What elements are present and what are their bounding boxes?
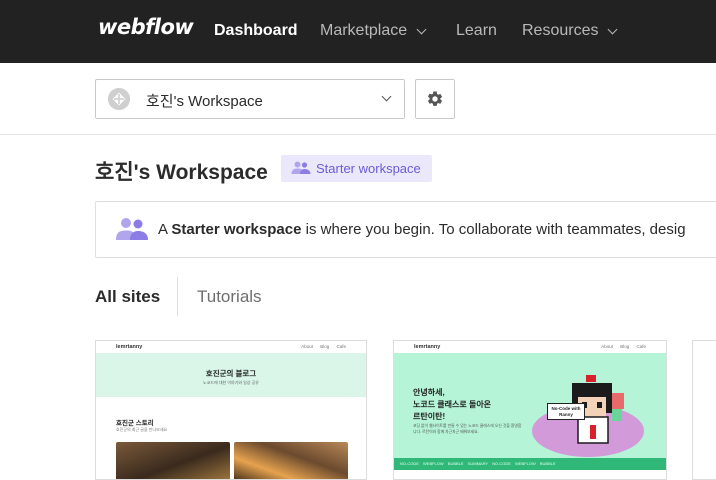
- gear-icon: [427, 91, 443, 106]
- thumbnail-section-title: 호진군 스토리: [116, 420, 154, 427]
- thumbnail-logo: lemrtanny: [116, 344, 143, 350]
- thumbnail-photo: [116, 442, 230, 479]
- nav-resources[interactable]: Resources: [522, 22, 618, 40]
- top-nav: webflow Dashboard Marketplace Learn Reso…: [0, 0, 716, 63]
- nav-learn[interactable]: Learn: [456, 22, 497, 40]
- thumbnail-section-subtitle: 호진군의 최근 글을 만나보세요: [116, 427, 168, 432]
- users-icon: [291, 161, 311, 174]
- workspace-settings-button[interactable]: [415, 79, 455, 119]
- tab-divider: [177, 277, 178, 316]
- nav-marketplace[interactable]: Marketplace: [320, 22, 427, 40]
- badge-label: Starter workspace: [316, 161, 421, 176]
- users-icon: [116, 218, 148, 240]
- page-title: 호진's Workspace: [95, 161, 268, 184]
- thumbnail-hero: 호진군의 블로그 노코드에 대한 이야기와 일상 공유: [96, 353, 366, 397]
- chevron-down-icon: [416, 24, 427, 34]
- workspace-select[interactable]: 호진's Workspace: [95, 79, 405, 119]
- info-banner: A Starter workspace is where you begin. …: [95, 201, 716, 258]
- nav-dashboard[interactable]: Dashboard: [214, 22, 298, 40]
- thumbnail-ticker-strip: NO-CODE WEBFLOW BUBBLE SUMMARY NO-CODE W…: [394, 458, 666, 470]
- starter-workspace-badge: Starter workspace: [281, 155, 432, 182]
- site-card[interactable]: lemrtanny About Blog Cafe 안녕하세, 노코드 클래스로…: [393, 340, 667, 480]
- thumbnail-nav-links: About Blog Cafe: [301, 344, 346, 349]
- tab-all-sites[interactable]: All sites: [95, 287, 160, 307]
- site-card[interactable]: lemrtanny About Blog Cafe 호진군의 블로그 노코드에 …: [95, 340, 367, 480]
- workspace-avatar-icon: [108, 88, 130, 110]
- workspace-select-value: 호진's Workspace: [146, 93, 263, 110]
- thumbnail-hero-title: 안녕하세, 노코드 클래스로 돌아온 르탄이탄!: [413, 388, 492, 421]
- workspace-bar: 호진's Workspace: [0, 63, 716, 135]
- chevron-down-icon: [608, 24, 618, 34]
- site-card[interactable]: [692, 340, 716, 480]
- webflow-logo[interactable]: webflow: [98, 15, 194, 39]
- thumbnail-tag: No-Code with Ranny: [547, 403, 585, 420]
- thumbnail-ticker-text: NO-CODE WEBFLOW BUBBLE SUMMARY NO-CODE W…: [400, 461, 556, 466]
- thumbnail-hero: 안녕하세, 노코드 클래스로 돌아온 르탄이탄! 코딩 없이 웹사이트를 만들 …: [394, 353, 666, 458]
- thumbnail-nav: lemrtanny About Blog Cafe: [394, 341, 666, 353]
- tab-tutorials[interactable]: Tutorials: [197, 287, 262, 307]
- chevron-down-icon: [381, 91, 392, 102]
- thumbnail-logo: lemrtanny: [414, 344, 441, 350]
- info-banner-text: A Starter workspace is where you begin. …: [158, 221, 686, 238]
- thumbnail-nav: lemrtanny About Blog Cafe: [96, 341, 366, 353]
- thumbnail-hero-title: 호진군의 블로그: [205, 369, 257, 378]
- thumbnail-nav-links: About Blog Cafe: [601, 344, 646, 349]
- thumbnail-hero-body: 코딩 없이 웹사이트를 만들 수 있는 노코드 클래스에 오신 것을 환영합니다…: [413, 424, 522, 434]
- thumbnail-hero-subtitle: 노코드에 대한 이야기와 일상 공유: [203, 380, 259, 385]
- thumbnail-photo: [234, 442, 348, 479]
